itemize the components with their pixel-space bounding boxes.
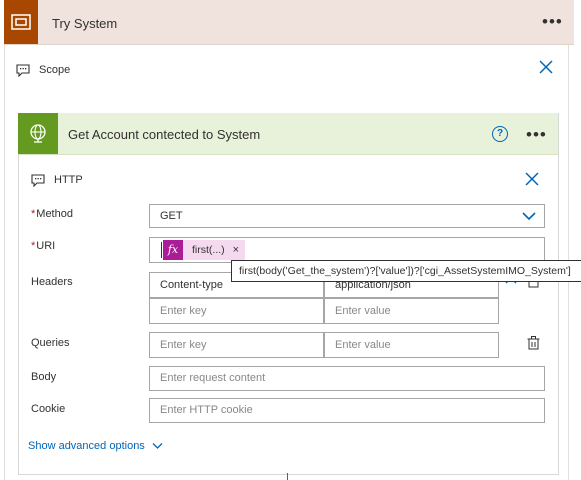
chevron-down-icon: [522, 212, 536, 221]
fx-icon: fx: [163, 240, 183, 260]
cookie-label: Cookie: [31, 403, 66, 415]
required-mark: *: [31, 240, 36, 252]
http-action-title: Get Account contected to System: [68, 127, 261, 142]
cookie-input[interactable]: Enter HTTP cookie: [149, 398, 545, 423]
required-mark: *: [31, 208, 36, 220]
method-value: GET: [160, 210, 183, 222]
query-key-input[interactable]: Enter key: [149, 332, 324, 358]
body-label: Body: [31, 371, 57, 383]
scope-icon: [4, 0, 38, 44]
http-action-header[interactable]: Get Account contected to System ? •••: [18, 113, 558, 155]
body-input[interactable]: Enter request content: [149, 366, 545, 391]
chevron-down-icon: [152, 443, 163, 450]
scope-header[interactable]: Try System •••: [4, 0, 574, 45]
token-label: first(...): [192, 244, 225, 256]
scope-title: Try System: [52, 16, 118, 31]
close-icon[interactable]: [538, 59, 554, 78]
flow-connector: [287, 473, 288, 480]
method-label: *Method: [31, 208, 73, 220]
help-icon[interactable]: ?: [492, 126, 508, 142]
text-cursor: [161, 242, 162, 258]
queries-label: Queries: [31, 337, 70, 349]
comment-icon[interactable]: [31, 174, 45, 190]
query-value-input[interactable]: Enter value: [324, 332, 499, 358]
expression-token[interactable]: fx first(...) ×: [163, 239, 246, 261]
trash-icon[interactable]: [527, 336, 540, 353]
token-remove-icon[interactable]: ×: [233, 239, 239, 261]
show-advanced-options-link[interactable]: Show advanced options: [28, 440, 163, 452]
expression-tooltip: first(body('Get_the_system')?['value'])?…: [231, 260, 581, 282]
headers-label: Headers: [31, 276, 73, 288]
uri-label: *URI: [31, 240, 56, 252]
scope-more-button[interactable]: •••: [542, 13, 563, 30]
close-icon[interactable]: [524, 171, 540, 190]
action-more-button[interactable]: •••: [526, 126, 547, 143]
globe-icon: [18, 113, 58, 154]
scope-sub-label: Scope: [39, 64, 71, 76]
header-key-input-empty[interactable]: Enter key: [149, 298, 324, 324]
comment-icon[interactable]: [16, 64, 30, 80]
header-value-input-empty[interactable]: Enter value: [324, 298, 499, 324]
http-sub-label: HTTP: [54, 174, 83, 186]
method-select[interactable]: GET: [149, 204, 545, 228]
